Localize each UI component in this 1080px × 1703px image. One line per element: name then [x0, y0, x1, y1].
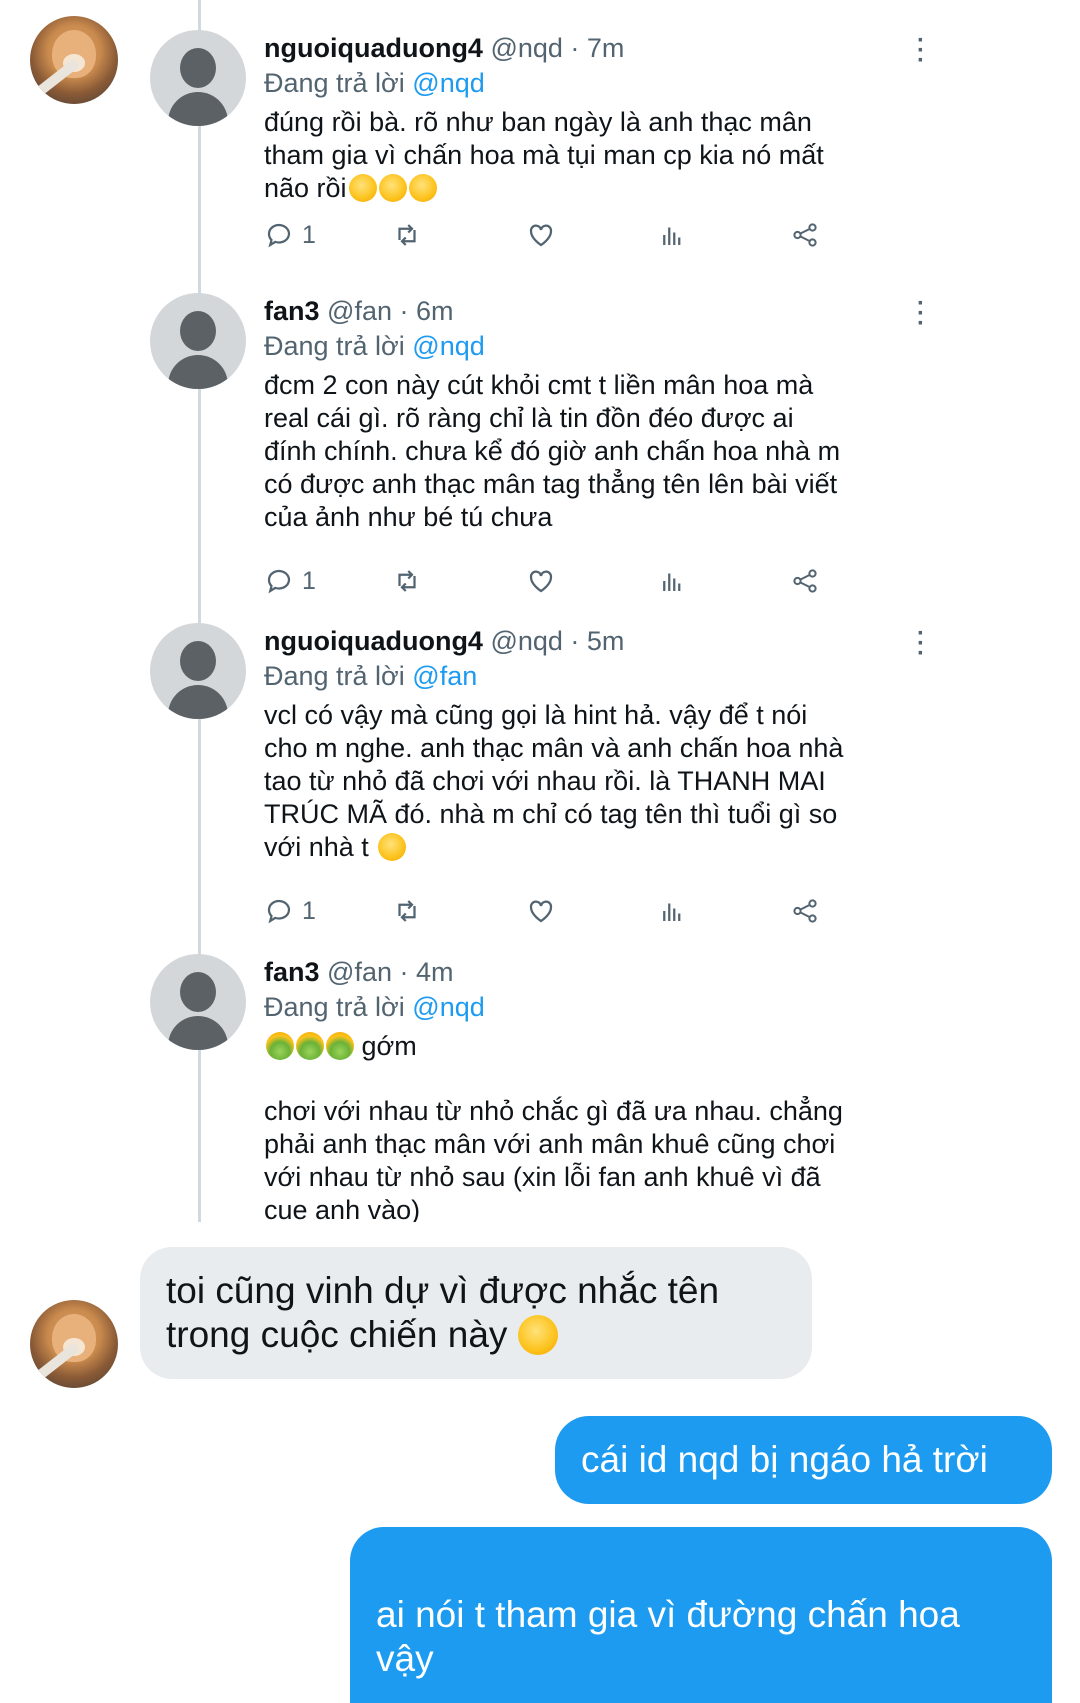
- rofl-emoji-icon: [348, 174, 377, 202]
- tweet-header: fan3 @fan · 4m: [264, 954, 884, 990]
- display-name[interactable]: nguoiquaduong4: [264, 626, 483, 656]
- analytics-icon: [663, 903, 681, 921]
- rofl-emoji-icon: [408, 174, 437, 202]
- received-message-text: toi cũng vinh dự vì được nhắc tên trong …: [166, 1270, 720, 1355]
- tweet-actions: 1: [264, 896, 824, 930]
- like-button[interactable]: [526, 220, 556, 250]
- display-name[interactable]: nguoiquaduong4: [264, 33, 483, 63]
- reply-button[interactable]: 1: [264, 220, 316, 250]
- reply-prefix: Đang trả lời: [264, 992, 405, 1022]
- tweet-text: đcm 2 con này cút khỏi cmt t liền mân ho…: [264, 370, 841, 532]
- tweet[interactable]: nguoiquaduong4 @nqd · 7m Đang trả lời @n…: [150, 29, 925, 280]
- tweet-header: fan3 @fan · 6m: [264, 293, 884, 329]
- analytics-button[interactable]: [658, 896, 688, 926]
- tweet-text: chơi với nhau từ nhỏ chắc gì đã ưa nhau.…: [264, 1096, 843, 1222]
- handle-time: @fan · 4m: [327, 957, 454, 987]
- tweet-body: vcl có vậy mà cũng gọi là hint hả. vậy đ…: [264, 700, 844, 862]
- reply-count: 1: [302, 566, 316, 595]
- reply-count: 1: [302, 220, 316, 249]
- like-button[interactable]: [526, 566, 556, 596]
- retweet-icon: [398, 224, 416, 246]
- display-name[interactable]: fan3: [264, 296, 320, 326]
- heart-icon: [529, 900, 553, 923]
- tweet-text: đúng rồi bà. rõ như ban ngày là anh thạc…: [264, 106, 884, 205]
- received-message[interactable]: toi cũng vinh dự vì được nhắc tên trong …: [140, 1247, 812, 1379]
- tweet[interactable]: nguoiquaduong4 @nqd · 5m Đang trả lời @f…: [150, 622, 925, 943]
- retweet-icon: [398, 570, 416, 592]
- default-avatar[interactable]: [150, 954, 246, 1050]
- like-button[interactable]: [526, 896, 556, 926]
- tweet-text-first: gớm: [264, 1030, 884, 1063]
- reply-prefix: Đang trả lời: [264, 331, 405, 361]
- tweet[interactable]: fan3 @fan · 4m Đang trả lời @nqd gớm chơ…: [150, 954, 910, 1222]
- nauseated-emoji-icon: [326, 1032, 354, 1060]
- tweet-actions: 1: [264, 566, 824, 600]
- share-icon: [793, 899, 817, 923]
- heart-icon: [529, 570, 553, 593]
- share-button[interactable]: [790, 566, 820, 596]
- reply-mention-link[interactable]: @nqd: [412, 992, 484, 1022]
- reply-count: 1: [302, 896, 316, 925]
- reply-mention-link[interactable]: @nqd: [412, 68, 484, 98]
- share-button[interactable]: [790, 896, 820, 926]
- retweet-icon: [398, 900, 416, 922]
- default-avatar[interactable]: [150, 293, 246, 389]
- retweet-button[interactable]: [392, 566, 422, 596]
- handle-time: @fan · 6m: [327, 296, 454, 326]
- share-icon: [793, 223, 817, 247]
- share-icon: [793, 569, 817, 593]
- sent-message-text: cái id nqd bị ngáo hả trời: [581, 1439, 988, 1480]
- wink-emoji-icon: [517, 1315, 558, 1355]
- default-avatar[interactable]: [150, 623, 246, 719]
- tweet-header: nguoiquaduong4 @nqd · 7m: [264, 30, 884, 66]
- retweet-button[interactable]: [392, 220, 422, 250]
- profile-avatar-top[interactable]: [30, 16, 118, 104]
- reply-mention-link[interactable]: @fan: [412, 661, 477, 691]
- heart-icon: [529, 224, 553, 247]
- share-button[interactable]: [790, 220, 820, 250]
- reply-icon: [267, 569, 291, 594]
- rofl-emoji-icon: [378, 174, 407, 202]
- analytics-icon: [663, 227, 681, 245]
- sender-avatar[interactable]: [30, 1300, 118, 1388]
- tweet-text: vcl có vậy mà cũng gọi là hint hả. vậy đ…: [264, 699, 884, 864]
- sent-message[interactable]: ai nói t tham gia vì đường chấn hoa vậy: [350, 1527, 1052, 1703]
- nauseated-emoji-icon: [266, 1032, 294, 1060]
- sent-message-text: ai nói t tham gia vì đường chấn hoa vậy: [376, 1594, 960, 1679]
- analytics-button[interactable]: [658, 566, 688, 596]
- reply-context: Đang trả lời @nqd: [264, 329, 884, 363]
- reply-button[interactable]: 1: [264, 566, 316, 596]
- handle-time: @nqd · 7m: [490, 33, 625, 63]
- sent-message[interactable]: cái id nqd bị ngáo hả trời: [555, 1416, 1052, 1504]
- smirk-emoji-icon: [378, 833, 407, 861]
- display-name[interactable]: fan3: [264, 957, 320, 987]
- tweet-actions: 1: [264, 220, 824, 254]
- more-options-icon[interactable]: · · ·: [916, 292, 926, 336]
- nauseated-emoji-icon: [296, 1032, 324, 1060]
- reply-button[interactable]: 1: [264, 896, 316, 926]
- analytics-icon: [663, 573, 681, 591]
- tweet[interactable]: fan3 @fan · 6m Đang trả lời @nqd đcm 2 c…: [150, 292, 925, 613]
- reply-mention-link[interactable]: @nqd: [412, 331, 484, 361]
- reply-context: Đang trả lời @fan: [264, 659, 884, 693]
- reply-prefix: Đang trả lời: [264, 661, 405, 691]
- analytics-button[interactable]: [658, 220, 688, 250]
- more-options-icon[interactable]: · · ·: [916, 29, 926, 73]
- reply-icon: [267, 223, 291, 248]
- tweet-body: đúng rồi bà. rõ như ban ngày là anh thạc…: [264, 107, 824, 203]
- default-avatar[interactable]: [150, 30, 246, 126]
- tweet-body-first: gớm: [361, 1031, 417, 1061]
- reply-context: Đang trả lời @nqd: [264, 990, 884, 1024]
- reply-icon: [267, 899, 291, 924]
- reply-prefix: Đang trả lời: [264, 68, 405, 98]
- more-options-icon[interactable]: · · ·: [916, 622, 926, 666]
- handle-time: @nqd · 5m: [490, 626, 625, 656]
- tweet-header: nguoiquaduong4 @nqd · 5m: [264, 623, 884, 659]
- retweet-button[interactable]: [392, 896, 422, 926]
- reply-context: Đang trả lời @nqd: [264, 66, 884, 100]
